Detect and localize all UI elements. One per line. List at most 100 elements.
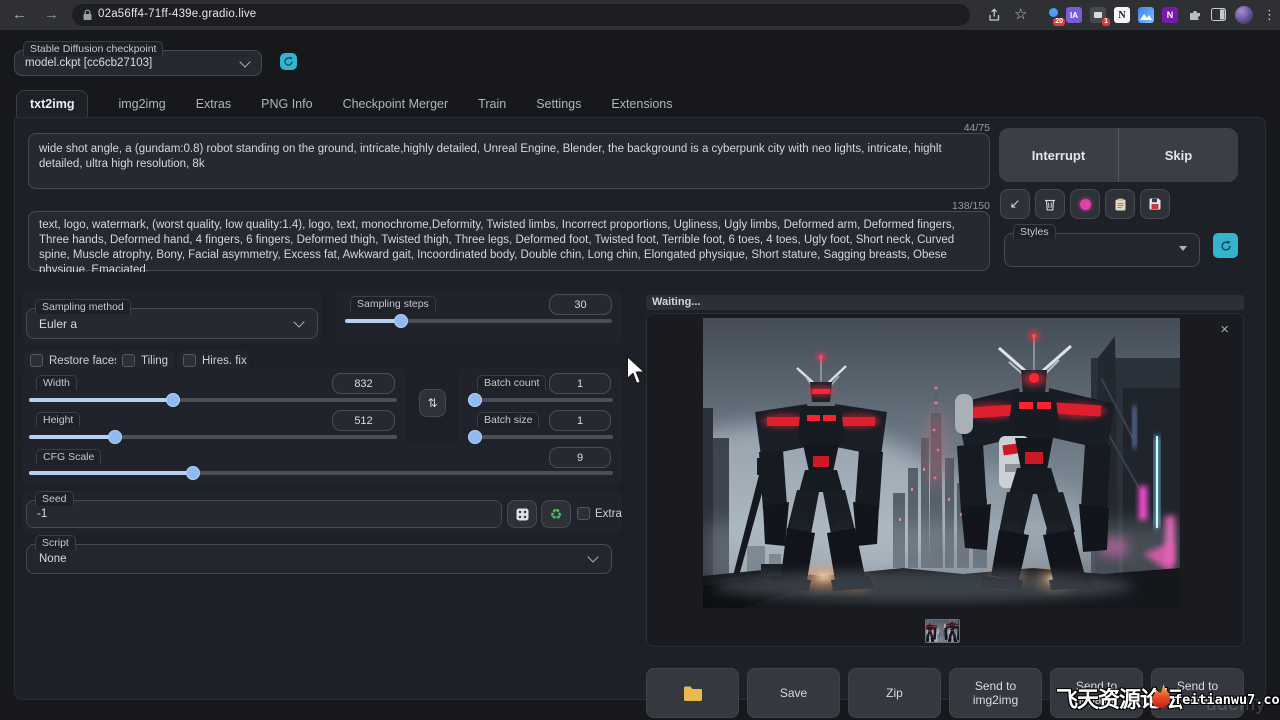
- close-icon[interactable]: ×: [1220, 322, 1229, 337]
- script-dropdown[interactable]: Script None: [26, 544, 612, 574]
- slider-fill: [345, 319, 401, 323]
- reuse-seed-button[interactable]: ♻: [541, 500, 571, 528]
- restore-faces-label: Restore faces: [49, 355, 120, 367]
- batch-size-slider[interactable]: [468, 435, 613, 439]
- tab-settings[interactable]: Settings: [536, 91, 581, 117]
- batch-count-slider[interactable]: [468, 398, 613, 402]
- height-label: Height: [36, 412, 80, 427]
- slider-knob[interactable]: [394, 314, 408, 328]
- sampling-method-label: Sampling method: [35, 299, 131, 314]
- recycle-icon: ♻: [550, 507, 563, 521]
- extra-networks-button[interactable]: [1070, 189, 1100, 219]
- cfg-scale-label: CFG Scale: [36, 449, 101, 464]
- sidebar-toggle-icon[interactable]: [1211, 8, 1226, 21]
- share-icon[interactable]: [986, 7, 1002, 23]
- zip-button[interactable]: Zip: [848, 668, 941, 718]
- onenote-icon[interactable]: N: [1162, 7, 1178, 23]
- height-value[interactable]: 512: [332, 410, 395, 431]
- random-seed-button[interactable]: [507, 500, 537, 528]
- batch-count-value[interactable]: 1: [549, 373, 611, 394]
- folder-icon: [683, 685, 703, 701]
- forward-icon[interactable]: →: [44, 0, 59, 30]
- interrupt-button[interactable]: Interrupt: [999, 128, 1119, 182]
- tab-checkpoint-merger[interactable]: Checkpoint Merger: [343, 91, 449, 117]
- checkpoint-label: Stable Diffusion checkpoint: [23, 41, 163, 56]
- chevron-down-icon: [239, 56, 250, 67]
- seed-extra-label: Extra: [595, 508, 622, 520]
- slider-knob[interactable]: [108, 430, 122, 444]
- sampling-steps-slider[interactable]: [345, 319, 612, 323]
- restore-faces-checkbox[interactable]: [30, 354, 43, 367]
- extension-icon-image[interactable]: [1138, 7, 1154, 23]
- negative-prompt-input[interactable]: text, logo, watermark, (worst quality, l…: [28, 211, 990, 271]
- browser-menu-icon[interactable]: ⋮: [1263, 0, 1276, 30]
- tab-png-info[interactable]: PNG Info: [261, 91, 312, 117]
- progress-bar: Waiting...: [646, 295, 1244, 310]
- browser-toolbar: ← → 02a56ff4-71ff-439e.gradio.live ☆ 20 …: [0, 0, 1280, 30]
- extra-networks-icon: [1080, 199, 1091, 210]
- back-icon[interactable]: ←: [12, 0, 27, 30]
- slider-knob[interactable]: [166, 393, 180, 407]
- extension-icon-ia[interactable]: IA: [1066, 7, 1082, 23]
- seed-input[interactable]: Seed -1: [26, 500, 502, 528]
- sampling-steps-value[interactable]: 30: [549, 294, 612, 315]
- blue-dot: [1049, 8, 1058, 17]
- height-slider[interactable]: [29, 435, 397, 439]
- dice-icon: [516, 508, 529, 521]
- cfg-scale-value[interactable]: 9: [549, 447, 611, 468]
- script-value: None: [39, 553, 67, 565]
- tab-img2img[interactable]: img2img: [118, 91, 165, 117]
- tab-extensions[interactable]: Extensions: [611, 91, 672, 117]
- cfg-group: [22, 444, 622, 486]
- extension-icon-blue-dot[interactable]: 20: [1045, 7, 1061, 23]
- seed-value: -1: [37, 508, 47, 520]
- clear-prompt-button[interactable]: [1035, 189, 1065, 219]
- url-bar[interactable]: 02a56ff4-71ff-439e.gradio.live: [72, 4, 970, 26]
- batch-count-label: Batch count: [477, 375, 546, 390]
- site-watermark: feitianwu7.com: [1174, 692, 1280, 708]
- skip-button[interactable]: Skip: [1119, 128, 1238, 182]
- notion-icon[interactable]: N: [1114, 7, 1130, 23]
- slider-knob[interactable]: [186, 466, 200, 480]
- sampling-steps-label: Sampling steps: [350, 296, 436, 311]
- generated-image[interactable]: [703, 318, 1180, 608]
- seed-extra-checkbox[interactable]: [577, 507, 590, 520]
- cfg-scale-slider[interactable]: [29, 471, 613, 475]
- width-label: Width: [36, 375, 77, 390]
- tab-train[interactable]: Train: [478, 91, 506, 117]
- bookmark-star-icon[interactable]: ☆: [1014, 0, 1027, 30]
- tiling-label: Tiling: [141, 355, 168, 367]
- hires-fix-checkbox[interactable]: [183, 354, 196, 367]
- trash-icon: [1044, 198, 1056, 211]
- styles-dropdown[interactable]: Styles: [1004, 233, 1200, 267]
- width-slider[interactable]: [29, 398, 397, 402]
- paste-generation-params-button[interactable]: ↙: [1000, 189, 1030, 219]
- prompt-input[interactable]: wide shot angle, a (gundam:0.8) robot st…: [28, 133, 990, 189]
- clipboard-icon: [1115, 198, 1126, 211]
- save-style-button[interactable]: [1140, 189, 1170, 219]
- width-value[interactable]: 832: [332, 373, 395, 394]
- swap-dimensions-button[interactable]: ⇅: [419, 389, 446, 417]
- gallery-thumbnail[interactable]: [925, 619, 960, 643]
- extensions-puzzle-icon[interactable]: [1187, 7, 1203, 23]
- batch-size-value[interactable]: 1: [549, 410, 611, 431]
- tab-extras[interactable]: Extras: [196, 91, 231, 117]
- profile-avatar[interactable]: [1235, 6, 1253, 24]
- tiling-checkbox[interactable]: [122, 354, 135, 367]
- save-button[interactable]: Save: [747, 668, 840, 718]
- open-folder-button[interactable]: [646, 668, 739, 718]
- floppy-disk-icon: [1149, 198, 1161, 210]
- mouse-cursor: [626, 355, 646, 385]
- sampling-method-dropdown[interactable]: Sampling method Euler a: [26, 308, 318, 339]
- checkpoint-refresh-button[interactable]: [280, 53, 297, 70]
- slider-knob[interactable]: [468, 393, 482, 407]
- tab-txt2img[interactable]: txt2img: [16, 90, 88, 117]
- mountain-shape: [1140, 10, 1152, 20]
- extension-icon-camera[interactable]: 1: [1090, 7, 1106, 23]
- checkpoint-dropdown[interactable]: Stable Diffusion checkpoint model.ckpt […: [14, 50, 262, 76]
- send-to-img2img-button[interactable]: Send to img2img: [949, 668, 1042, 718]
- styles-label: Styles: [1013, 224, 1056, 239]
- slider-knob[interactable]: [468, 430, 482, 444]
- styles-refresh-button[interactable]: [1213, 233, 1238, 258]
- apply-styles-button[interactable]: [1105, 189, 1135, 219]
